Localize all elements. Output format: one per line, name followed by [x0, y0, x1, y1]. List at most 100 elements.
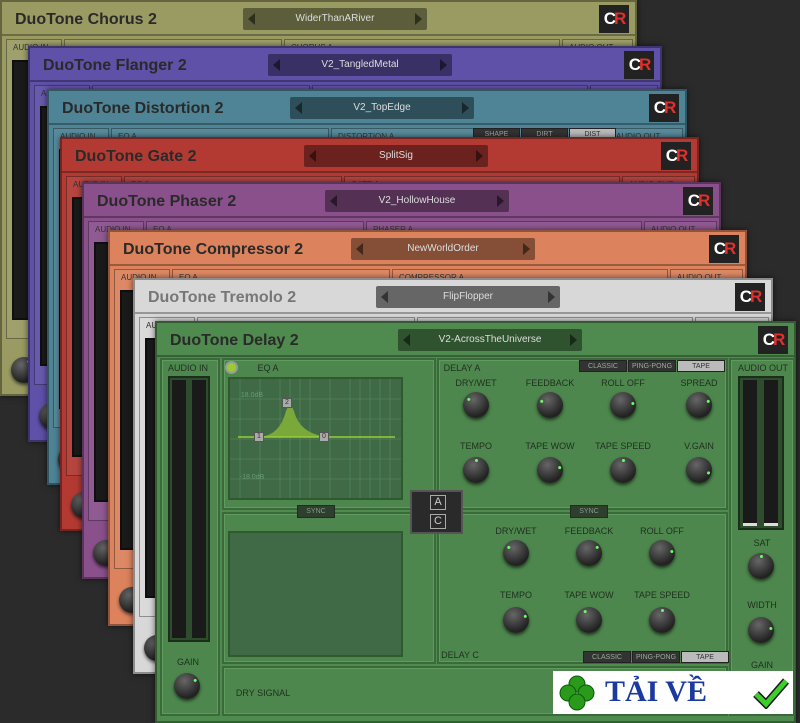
delay-c-knob-dry-wet[interactable] — [503, 540, 529, 566]
audio-in-label: AUDIO IN — [167, 363, 209, 373]
delay-a-knob-tempo[interactable] — [463, 457, 489, 483]
gain-knob[interactable] — [174, 673, 200, 699]
knob-label: TAPE WOW — [564, 590, 614, 600]
next-preset-icon[interactable] — [462, 102, 469, 114]
knob-label: ROLL OFF — [601, 378, 645, 388]
meter-left — [172, 380, 186, 638]
knob-indicator — [631, 401, 635, 406]
knob-indicator — [506, 545, 511, 550]
checkmark-icon — [753, 678, 789, 709]
prev-preset-icon[interactable] — [381, 291, 388, 303]
window-header: DuoTone Gate 2 SplitSig CR — [62, 139, 697, 173]
width-knob[interactable] — [748, 617, 774, 643]
delay-a-knob-feedback[interactable] — [537, 392, 563, 418]
knob-indicator — [706, 471, 711, 475]
delay-a-knob-tape-speed[interactable] — [610, 457, 636, 483]
prev-preset-icon[interactable] — [295, 102, 302, 114]
mode-button-ping-pong[interactable]: PING-PONG — [632, 651, 680, 663]
knob-indicator — [475, 459, 478, 462]
dry-signal-label: DRY SIGNAL — [235, 688, 291, 698]
preset-name: SplitSig — [379, 150, 413, 161]
preset-selector[interactable]: NewWorldOrder — [351, 238, 535, 260]
eq-bottom-db: -18.0dB — [239, 474, 265, 481]
cr-logo: CR — [683, 187, 713, 215]
window-header: DuoTone Distortion 2 V2_TopEdge CR — [49, 91, 685, 125]
eq-node[interactable]: 1 — [254, 432, 264, 442]
xy-pad[interactable] — [228, 531, 403, 657]
knob-label: SPREAD — [680, 378, 718, 388]
mode-button-classic[interactable]: CLASSIC — [579, 360, 627, 372]
preset-selector[interactable]: V2-AcrossTheUniverse — [398, 329, 582, 351]
switch-c: C — [430, 514, 446, 529]
delay-a-knob-roll-off[interactable] — [610, 392, 636, 418]
window-header: DuoTone Flanger 2 V2_TangledMetal CR — [30, 48, 660, 82]
cr-logo: CR — [649, 94, 679, 122]
watermark-text: TẢI VỀ — [605, 675, 707, 708]
window-header: DuoTone Delay 2 V2-AcrossTheUniverse CR — [157, 323, 794, 357]
next-preset-icon[interactable] — [497, 195, 504, 207]
ac-routing-switch[interactable]: AC — [410, 490, 463, 534]
preset-selector[interactable]: FlipFlopper — [376, 286, 560, 308]
cr-logo: CR — [624, 51, 654, 79]
knob-indicator — [466, 397, 471, 402]
prev-preset-icon[interactable] — [403, 334, 410, 346]
mode-button-tape[interactable]: TAPE — [681, 651, 729, 663]
knob-indicator — [622, 459, 625, 462]
eq-node[interactable]: 0 — [319, 432, 329, 442]
delay-c-knob-tempo[interactable] — [503, 607, 529, 633]
window-title: DuoTone Chorus 2 — [15, 11, 157, 28]
preset-selector[interactable]: V2_HollowHouse — [325, 190, 509, 212]
prev-preset-icon[interactable] — [356, 243, 363, 255]
next-preset-icon[interactable] — [570, 334, 577, 346]
preset-selector[interactable]: V2_TangledMetal — [268, 54, 452, 76]
delay-c-knob-tape-wow[interactable] — [576, 607, 602, 633]
next-preset-icon[interactable] — [440, 59, 447, 71]
delay-a-knob-v-gain[interactable] — [686, 457, 712, 483]
next-preset-icon[interactable] — [415, 13, 422, 25]
delay-c-knob-roll-off[interactable] — [649, 540, 675, 566]
gain-label: GAIN — [176, 657, 200, 667]
prev-preset-icon[interactable] — [330, 195, 337, 207]
eq-enable-led[interactable] — [225, 361, 238, 374]
next-preset-icon[interactable] — [476, 150, 483, 162]
window-title: DuoTone Tremolo 2 — [148, 289, 297, 306]
preset-name: NewWorldOrder — [407, 243, 479, 254]
knob-indicator — [670, 549, 674, 554]
knob-label: DRY/WET — [495, 526, 537, 536]
knob-indicator — [193, 678, 198, 683]
window-title: DuoTone Phaser 2 — [97, 193, 237, 210]
mode-button-classic[interactable]: CLASSIC — [583, 651, 631, 663]
cr-logo: CR — [735, 283, 765, 311]
delay-c-knob-tape-speed[interactable] — [649, 607, 675, 633]
delay-c-knob-feedback[interactable] — [576, 540, 602, 566]
next-preset-icon[interactable] — [523, 243, 530, 255]
preset-selector[interactable]: SplitSig — [304, 145, 488, 167]
knob-label: FEEDBACK — [564, 526, 614, 536]
mode-button-ping-pong[interactable]: PING-PONG — [628, 360, 676, 372]
knob-label: TAPE SPEED — [634, 590, 690, 600]
delay-a-knob-dry-wet[interactable] — [463, 392, 489, 418]
cr-logo: CR — [758, 326, 788, 354]
window-title: DuoTone Distortion 2 — [62, 100, 224, 117]
sync-button[interactable]: SYNC — [570, 505, 608, 518]
sync-button[interactable]: SYNC — [297, 505, 335, 518]
knob-label: TAPE SPEED — [595, 441, 651, 451]
window-title: DuoTone Delay 2 — [170, 332, 299, 349]
delay-a-knob-spread[interactable] — [686, 392, 712, 418]
delay-a-knob-tape-wow[interactable] — [537, 457, 563, 483]
next-preset-icon[interactable] — [548, 291, 555, 303]
switch-a: A — [430, 495, 446, 510]
knob-indicator — [769, 626, 773, 631]
mode-button-tape[interactable]: TAPE — [677, 360, 725, 372]
prev-preset-icon[interactable] — [273, 59, 280, 71]
preset-selector[interactable]: WiderThanARiver — [243, 8, 427, 30]
prev-preset-icon[interactable] — [309, 150, 316, 162]
knob-label: TAPE WOW — [525, 441, 575, 451]
knob-indicator — [557, 465, 562, 470]
sat-knob[interactable] — [748, 553, 774, 579]
prev-preset-icon[interactable] — [248, 13, 255, 25]
preset-selector[interactable]: V2_TopEdge — [290, 97, 474, 119]
window-header: DuoTone Chorus 2 WiderThanARiver CR — [2, 2, 635, 36]
eq-node[interactable]: 2 — [282, 398, 292, 408]
knob-label: TEMPO — [459, 441, 493, 451]
